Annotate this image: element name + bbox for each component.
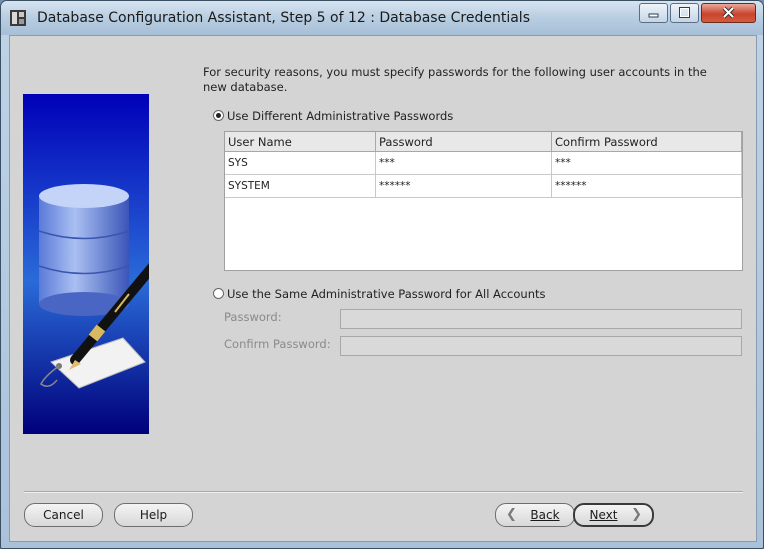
button-separator bbox=[24, 491, 743, 493]
help-button-label: Help bbox=[139, 508, 168, 522]
title-bar[interactable]: Database Configuration Assistant, Step 5… bbox=[1, 1, 763, 35]
same-password-radio[interactable] bbox=[213, 288, 224, 299]
credentials-table: User Name Password Confirm Password SYS … bbox=[224, 131, 743, 271]
column-header-password[interactable]: Password bbox=[376, 132, 552, 152]
window-title: Database Configuration Assistant, Step 5… bbox=[37, 10, 530, 26]
maximize-icon bbox=[679, 7, 690, 18]
confirm-password-field bbox=[340, 336, 742, 356]
maximize-button[interactable] bbox=[670, 3, 699, 23]
oracle-app-icon bbox=[10, 10, 26, 26]
table-cell-username[interactable]: SYSTEM bbox=[225, 175, 376, 198]
cancel-button[interactable]: Cancel bbox=[24, 503, 103, 527]
minimize-icon bbox=[648, 13, 659, 18]
same-password-label[interactable]: Use the Same Administrative Password for… bbox=[227, 287, 546, 301]
cancel-button-label: Cancel bbox=[43, 508, 84, 522]
dbca-window: Database Configuration Assistant, Step 5… bbox=[0, 0, 764, 549]
table-cell-username[interactable]: SYS bbox=[225, 152, 376, 175]
password-field-label: Password: bbox=[224, 310, 282, 324]
table-cell-confirm-password[interactable]: ****** bbox=[552, 175, 742, 198]
dialog-body: For security reasons, you must specify p… bbox=[9, 35, 757, 542]
table-cell-password[interactable]: *** bbox=[376, 152, 552, 175]
next-button[interactable]: Next ❯ bbox=[573, 503, 654, 527]
different-passwords-radio[interactable] bbox=[213, 110, 224, 121]
next-button-label: Next bbox=[589, 508, 618, 522]
column-header-confirm-password[interactable]: Confirm Password bbox=[552, 132, 742, 152]
minimize-button[interactable] bbox=[639, 3, 668, 23]
different-passwords-label[interactable]: Use Different Administrative Passwords bbox=[227, 109, 453, 123]
confirm-password-field-label: Confirm Password: bbox=[224, 337, 331, 351]
password-field bbox=[340, 309, 742, 329]
table-cell-confirm-password[interactable]: *** bbox=[552, 152, 742, 175]
chevron-right-icon: ❯ bbox=[631, 507, 642, 522]
close-button[interactable] bbox=[701, 3, 756, 23]
radio-selected-dot bbox=[216, 113, 221, 118]
database-pen-illustration bbox=[23, 94, 149, 434]
table-cell-password[interactable]: ****** bbox=[376, 175, 552, 198]
back-button[interactable]: ❮ Back bbox=[495, 503, 575, 527]
back-button-label: Back bbox=[530, 508, 560, 522]
chevron-left-icon: ❮ bbox=[506, 507, 517, 522]
intro-text: For security reasons, you must specify p… bbox=[203, 65, 707, 94]
column-header-user-name[interactable]: User Name bbox=[225, 132, 376, 152]
close-icon bbox=[722, 6, 735, 19]
help-button[interactable]: Help bbox=[114, 503, 193, 527]
